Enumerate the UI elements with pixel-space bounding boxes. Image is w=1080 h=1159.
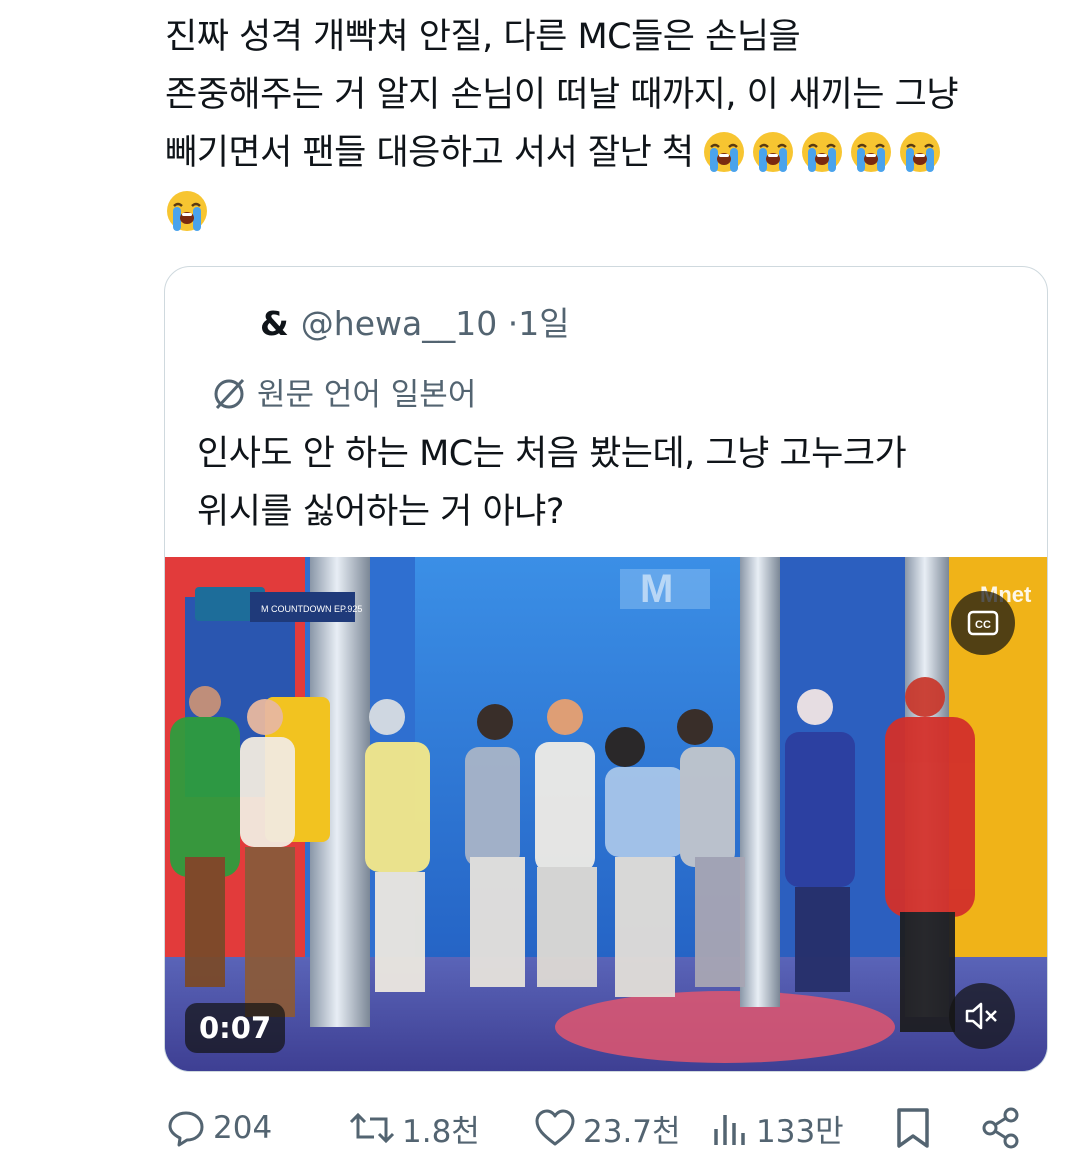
bookmark-button[interactable]	[893, 1100, 939, 1156]
translation-notice[interactable]: 원문 언어 일본어	[211, 369, 476, 415]
share-icon	[982, 1107, 1019, 1149]
loudly-crying-face-icon	[752, 132, 793, 172]
quoted-author-name[interactable]: &	[260, 304, 289, 343]
views-chart-icon	[714, 1115, 745, 1145]
views-count: 133만	[756, 1113, 844, 1150]
translate-icon	[214, 378, 245, 409]
svg-text:M: M	[640, 567, 673, 611]
translation-label: 원문 언어 일본어	[257, 377, 477, 413]
reply-icon	[168, 1111, 204, 1147]
loudly-crying-face-icon	[899, 132, 940, 172]
quoted-text-line-2: 위시를 싫어하는 거 아냐?	[197, 492, 564, 532]
post-action-bar: 204 1.8천 23.7천 133만	[165, 1100, 1045, 1156]
quoted-text-line-1: 인사도 안 하는 MC는 처음 봤는데, 그냥 고누크가	[197, 434, 907, 474]
loudly-crying-face-icon	[850, 132, 891, 172]
loudly-crying-face-icon	[167, 191, 207, 231]
svg-text:CC: CC	[975, 619, 991, 631]
speaker-muted-icon	[965, 1002, 997, 1030]
like-button[interactable]: 23.7천	[533, 1100, 681, 1156]
separator-dot: ·	[507, 304, 519, 343]
reply-button[interactable]: 204	[165, 1100, 272, 1156]
heart-icon	[535, 1109, 575, 1146]
post-text-line-2: 존중해주는 거 알지 손님이 떠날 때까지, 이 새끼는 그냥	[165, 75, 959, 115]
overlay-show-title: M COUNTDOWN EP.925	[261, 604, 362, 614]
video-player[interactable]: M M COUNTDOWN EP.925 Mnet CC 0:07	[165, 557, 1047, 1071]
loudly-crying-face-icon	[801, 132, 842, 172]
repost-icon	[349, 1112, 395, 1144]
post-body: 진짜 성격 개빡쳐 안질, 다른 MC들은 손님을 존중해주는 거 알지 손님이…	[165, 8, 1045, 242]
reply-count: 204	[213, 1110, 273, 1146]
loudly-crying-face-icon	[703, 132, 744, 172]
quoted-post-header: & @hewa__10 ·1일	[260, 297, 570, 345]
quoted-post-text: 인사도 안 하는 MC는 처음 봤는데, 그냥 고누크가 위시를 싫어하는 거 …	[197, 425, 1027, 541]
quoted-post-card[interactable]: & @hewa__10 ·1일 원문 언어 일본어 인사도 안 하는 MC는 처음…	[164, 266, 1048, 1072]
post-age: 1일	[518, 304, 570, 343]
like-count: 23.7천	[583, 1113, 681, 1150]
bookmark-icon	[897, 1108, 929, 1148]
quoted-author-handle[interactable]: @hewa__10	[301, 304, 497, 343]
repost-button[interactable]: 1.8천	[348, 1100, 480, 1156]
views-button[interactable]: 133만	[710, 1100, 844, 1156]
post-text-line-1: 진짜 성격 개빡쳐 안질, 다른 MC들은 손님을	[165, 17, 801, 57]
repost-count: 1.8천	[402, 1113, 480, 1150]
emoji-row	[702, 125, 947, 183]
post-text-line-3: 빼기면서 팬들 대응하고 서서 잘난 척	[165, 124, 1045, 183]
video-timestamp: 0:07	[185, 1003, 286, 1053]
mute-button[interactable]	[949, 983, 1015, 1049]
post-text-line-3-text: 빼기면서 팬들 대응하고 서서 잘난 척	[165, 133, 694, 173]
share-button[interactable]	[980, 1100, 1028, 1156]
post-text-line-4	[165, 183, 1045, 242]
captions-icon: CC	[967, 610, 999, 636]
emoji-row-2	[165, 184, 214, 242]
captions-button[interactable]: CC	[951, 591, 1015, 655]
video-frame: M M COUNTDOWN EP.925 Mnet	[165, 557, 1047, 1071]
